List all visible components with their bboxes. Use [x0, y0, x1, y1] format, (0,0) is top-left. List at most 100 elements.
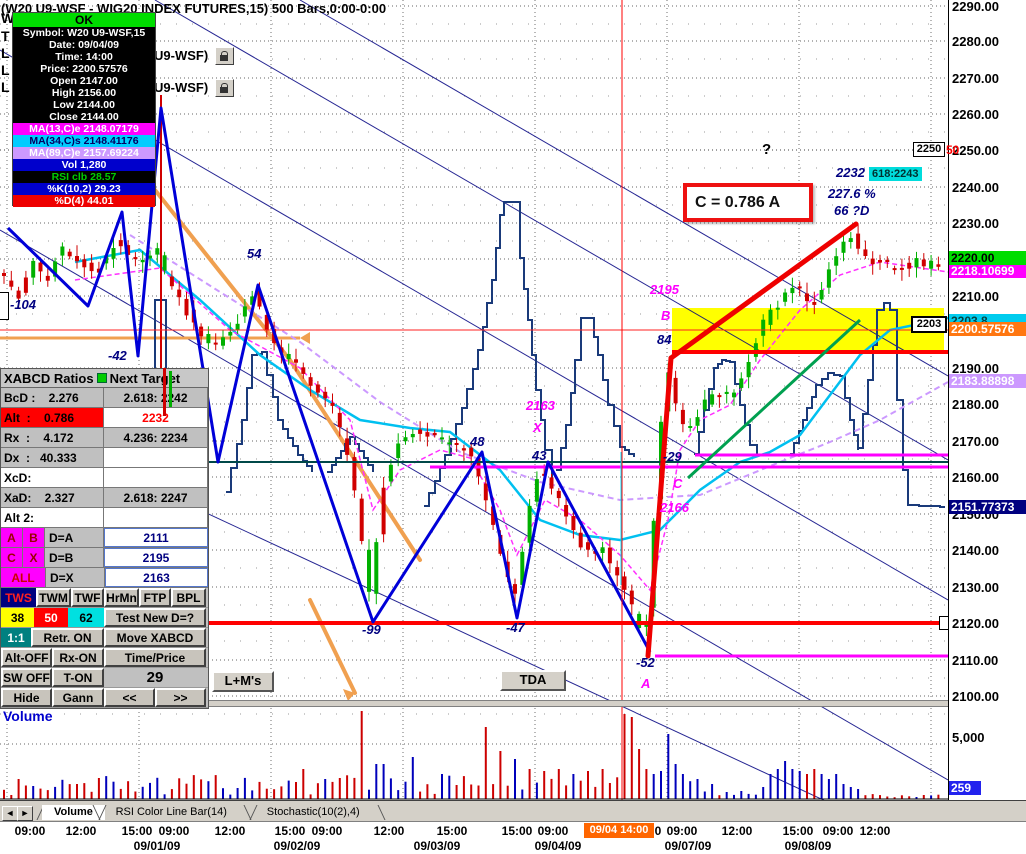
panel-button-[interactable]: << — [104, 688, 155, 707]
date-label-090809: 09/08/09 — [784, 839, 832, 853]
time-tick-0900: 09:00 — [537, 824, 569, 838]
data-window-status: OK — [13, 13, 155, 27]
lock-body-part — [220, 87, 228, 93]
panel-button-RetrON[interactable]: Retr. ON — [31, 628, 104, 647]
xabcd-toggle-row: A B D=A 2111 — [1, 528, 208, 548]
chart-label-A: A — [641, 676, 651, 691]
tab-RSIColorLineBar14[interactable]: RSI Color Line Bar(14) — [104, 805, 239, 820]
lms-button[interactable]: L+M's — [212, 671, 274, 692]
time-tick-1500: 15:00 — [501, 824, 533, 838]
ratio-row: XaD: 2.327 2.618: 2247 — [1, 488, 208, 508]
chart-label-84: 84 — [657, 332, 672, 347]
tab-Stochastic1024[interactable]: Stochastic(10(2),4) — [255, 805, 372, 820]
time-tick-0900: 09:00 — [822, 824, 854, 838]
chart-label-48: 48 — [470, 434, 485, 449]
d-price-value: 2111 — [104, 528, 208, 547]
panel-button-TWM[interactable]: TWM — [36, 588, 71, 607]
point-toggle-B[interactable]: B — [23, 528, 45, 547]
data-window-row: Low 2144.00 — [13, 99, 155, 111]
panel-button-TON[interactable]: T-ON — [52, 668, 104, 687]
panel-button-Gann[interactable]: Gann — [52, 688, 104, 707]
lock-icon[interactable] — [215, 79, 234, 97]
panel-button-AltOFF[interactable]: Alt-OFF — [1, 648, 52, 667]
panel-button-row: 38 50 62 Test New D=? — [1, 608, 208, 628]
ratio-row: Dx : 40.333 — [1, 448, 208, 468]
tab-scroll-right-button[interactable]: ► — [17, 806, 33, 821]
tda-button[interactable]: TDA — [500, 670, 566, 691]
clipped-letter: L — [1, 79, 10, 95]
time-tick-1500: 15:00 — [782, 824, 814, 838]
clipped-letter: T — [1, 28, 10, 44]
ratio-row: BcD : 2.276 2.618: 2242 — [1, 388, 208, 408]
sheet-tab-bar: ◄ ► Volume RSI Color Line Bar(14) Stochastic… — [0, 805, 1026, 821]
chart-label-2195: 2195 — [650, 282, 679, 297]
clipped-letter: L — [1, 45, 10, 61]
pattern-ratio-callout: C = 0.786 A — [683, 183, 813, 222]
xabcd-panel-title: XABCD Ratios — [4, 370, 94, 386]
panel-button-Hide[interactable]: Hide — [1, 688, 52, 707]
panel-button-11[interactable]: 1:1 — [1, 628, 31, 647]
ratio-label-cell: Dx : 40.333 — [1, 448, 104, 467]
application-window: (W20 U9-WSF - WIG20 INDEX FUTURES,15) 50… — [0, 0, 1026, 854]
ratio-row: Rx : 4.172 4.236: 2234 — [1, 428, 208, 448]
panel-button-SWOFF[interactable]: SW OFF — [1, 668, 52, 687]
price-marker-2200.57576: 2200.57576 — [949, 322, 1026, 336]
volume-axis-label-259: 259 — [949, 781, 981, 795]
price-marker-2183.88898: 2183.88898 — [949, 374, 1026, 388]
data-window-rows: Symbol: W20 U9-WSF,15 Date: 09/04/09 Time:… — [13, 27, 155, 207]
price-tick-2260.00: 2260.00 — [952, 107, 999, 122]
point-toggle-A[interactable]: A — [1, 528, 23, 547]
panel-button-HrMn[interactable]: HrMn — [104, 588, 139, 607]
candle-over-panel — [163, 368, 166, 416]
data-window-row: RSI clb 28.57 — [13, 171, 155, 183]
price-tick-2130.00: 2130.00 — [952, 580, 999, 595]
chart-label-104: -104 — [10, 297, 37, 312]
panel-button-62[interactable]: 62 — [68, 608, 104, 627]
lock-icon[interactable] — [215, 47, 234, 65]
panel-button-MoveXABCD[interactable]: Move XABCD — [104, 628, 206, 647]
price-alert-box-2250: 2250 — [913, 142, 945, 157]
study-overlay-label: U9-WSF) — [154, 48, 209, 63]
panel-button-38[interactable]: 38 — [1, 608, 34, 627]
left-edge-marker — [0, 292, 9, 320]
panel-button-[interactable]: >> — [155, 688, 206, 707]
date-label-090309: 09/03/09 — [413, 839, 461, 853]
tab-scroll-left-button[interactable]: ◄ — [2, 806, 18, 821]
panel-button-TWS[interactable]: TWS — [1, 588, 36, 607]
ratio-target-cell: 2.618: 2247 — [104, 488, 208, 507]
time-tick-0900: 09:00 — [158, 824, 190, 838]
panel-button-TWF[interactable]: TWF — [71, 588, 104, 607]
panel-button-BPL[interactable]: BPL — [171, 588, 206, 607]
target-zone-price-box: 2203 — [911, 316, 947, 333]
chart-label-54: 54 — [247, 246, 262, 261]
time-tick-0900: 09:00 — [311, 824, 343, 838]
chart-label-X: X — [533, 420, 542, 435]
xabcd-toggle-row: ALL D=X 2163 — [1, 568, 208, 588]
point-toggle-C[interactable]: C — [1, 548, 23, 567]
point-toggle-ALL[interactable]: ALL — [1, 568, 46, 587]
price-tick-2140.00: 2140.00 — [952, 543, 999, 558]
time-axis[interactable]: 09/04 14:00 09:00 12:00 15:00 09:00 12:00 15:… — [0, 821, 1026, 854]
data-window-row: MA(34,C)s 2148.41176 — [13, 135, 155, 147]
xabcd-toggle-row: C X D=B 2195 — [1, 548, 208, 568]
panel-button-50[interactable]: 50 — [34, 608, 68, 627]
ratio-label-cell: BcD : 2.276 — [1, 388, 104, 407]
time-tick-1200: 12:00 — [373, 824, 405, 838]
date-label-090209: 09/02/09 — [273, 839, 321, 853]
point-toggle-X[interactable]: X — [23, 548, 45, 567]
ratio-label-cell: XaD: 2.327 — [1, 488, 104, 507]
panel-button-TestNewD[interactable]: Test New D=? — [104, 608, 206, 627]
price-marker-2151.77373: 2151.77373 — [949, 500, 1026, 514]
time-tick-0900: 09:00 — [666, 824, 698, 838]
panel-button-TimePrice[interactable]: Time/Price — [104, 648, 206, 667]
panel-button-RxON[interactable]: Rx-ON — [52, 648, 104, 667]
price-axis[interactable]: 2290.00 2280.00 2270.00 2260.00 2250.00 2240.… — [948, 0, 1026, 854]
ratio-row: Alt 2: — [1, 508, 208, 528]
data-window-row: Date: 09/04/09 — [13, 39, 155, 51]
time-tick-1200: 12:00 — [859, 824, 891, 838]
price-tick-2110.00: 2110.00 — [952, 653, 999, 668]
time-tick-0900: 09:00 — [14, 824, 46, 838]
panel-button-29[interactable]: 29 — [104, 668, 206, 687]
ratio-label-cell: XcD: — [1, 468, 104, 487]
panel-button-FTP[interactable]: FTP — [139, 588, 171, 607]
